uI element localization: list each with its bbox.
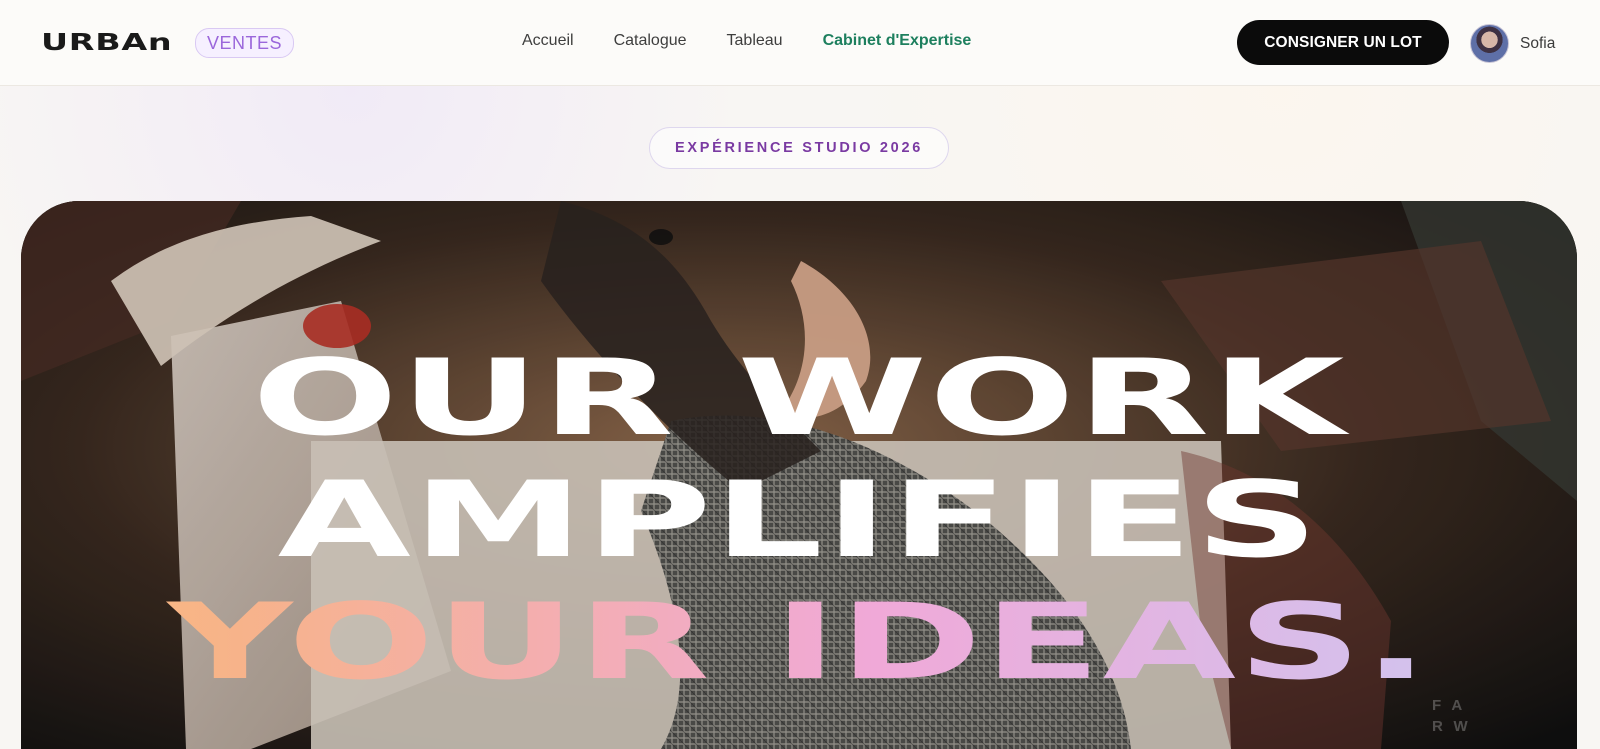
nav-tableau[interactable]: Tableau (727, 32, 783, 50)
user-menu[interactable]: Sofia (1470, 24, 1555, 63)
nav-accueil[interactable]: Accueil (522, 32, 574, 50)
main-nav: Accueil Catalogue Tableau Cabinet d'Expe… (522, 32, 971, 50)
hero-title: OUR WORK AMPLIFIES YOUR IDEAS. (21, 346, 1577, 712)
nav-cabinet-expertise[interactable]: Cabinet d'Expertise (823, 32, 972, 50)
user-avatar-icon[interactable] (1470, 24, 1509, 63)
top-navigation: URBAn VENTES Accueil Catalogue Tableau C… (0, 0, 1600, 86)
hero-title-line-1: OUR WORK (251, 337, 1347, 460)
hero-title-line-3: YOUR IDEAS. (21, 590, 1577, 712)
ventes-badge: VENTES (195, 28, 295, 58)
hero-video-section: OUR WORK AMPLIFIES YOUR IDEAS. FA RW (21, 201, 1577, 749)
hero-title-line-2: AMPLIFIES (277, 459, 1321, 582)
user-name[interactable]: Sofia (1520, 35, 1555, 53)
corner-watermark: FA RW (1432, 697, 1479, 735)
nav-catalogue[interactable]: Catalogue (614, 32, 687, 50)
urban-logo[interactable]: URBAn (41, 30, 186, 56)
consign-lot-button[interactable]: CONSIGNER UN LOT (1237, 20, 1449, 65)
brand[interactable]: URBAn VENTES (41, 28, 295, 58)
page: URBAn VENTES Accueil Catalogue Tableau C… (0, 0, 1600, 749)
studio-experience-badge: EXPÉRIENCE STUDIO 2026 (649, 127, 949, 169)
